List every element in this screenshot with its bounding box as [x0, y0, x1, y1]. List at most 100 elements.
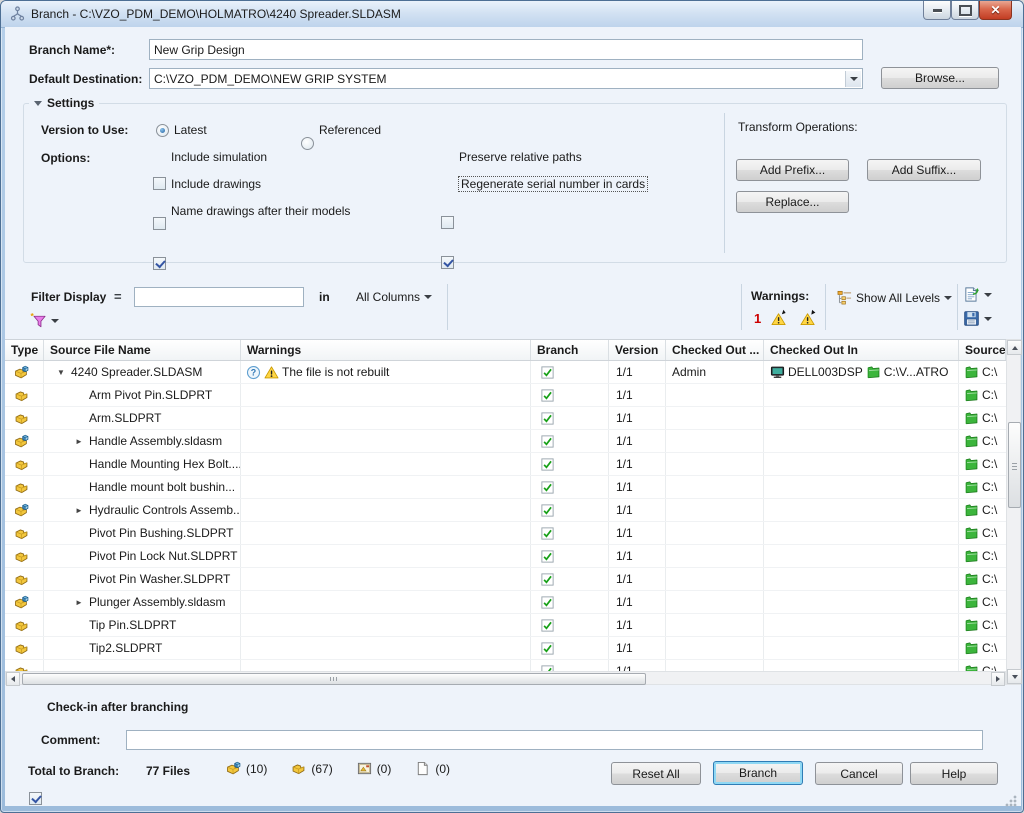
- table-row[interactable]: Arm Pivot Pin.SLDPRT1/1C:\: [5, 384, 1006, 407]
- vertical-scrollbar[interactable]: [1006, 339, 1021, 685]
- name-drawings-label[interactable]: Name drawings after their models: [171, 204, 350, 218]
- table-row[interactable]: Handle Mounting Hex Bolt....1/1C:\: [5, 453, 1006, 476]
- column-header-type[interactable]: Type: [5, 340, 44, 360]
- expand-collapsed-icon[interactable]: ►: [72, 506, 86, 515]
- scroll-right-button[interactable]: [991, 672, 1005, 686]
- column-header-source-file-name[interactable]: Source File Name: [44, 340, 241, 360]
- scroll-up-button[interactable]: [1007, 340, 1022, 355]
- replace-button[interactable]: Replace...: [736, 191, 849, 213]
- file-name-cell: [44, 660, 241, 671]
- include-simulation-label[interactable]: Include simulation: [171, 150, 267, 164]
- columns-dropdown[interactable]: All Columns: [356, 290, 432, 304]
- branch-checkbox[interactable]: [540, 411, 555, 426]
- machine-path: C:\V...ATRO: [884, 365, 949, 379]
- column-header-source[interactable]: Source: [959, 340, 1006, 360]
- table-row[interactable]: ►Hydraulic Controls Assemb...1/1C:\: [5, 499, 1006, 522]
- destination-dropdown-button[interactable]: [845, 71, 861, 87]
- checkbox-include-simulation[interactable]: [153, 177, 166, 190]
- scroll-down-button[interactable]: [1007, 669, 1022, 684]
- branch-checkbox[interactable]: [540, 549, 555, 564]
- table-row[interactable]: Handle mount bolt bushin...1/1C:\: [5, 476, 1006, 499]
- branch-checkbox[interactable]: [540, 457, 555, 472]
- browse-button[interactable]: Browse...: [881, 67, 999, 89]
- minimize-button[interactable]: [923, 1, 951, 20]
- vertical-scrollbar-thumb[interactable]: [1008, 422, 1021, 508]
- show-levels-dropdown[interactable]: Show All Levels: [837, 290, 952, 305]
- checkbox-preserve-paths[interactable]: [441, 216, 454, 229]
- table-row[interactable]: ►Handle Assembly.sldasm1/1C:\: [5, 430, 1006, 453]
- table-row[interactable]: Pivot Pin Bushing.SLDPRT1/1C:\: [5, 522, 1006, 545]
- regenerate-serial-label[interactable]: Regenerate serial number in cards: [459, 177, 647, 191]
- warnings-cell: [241, 499, 531, 521]
- checkbox-checkin-after-branching[interactable]: [29, 792, 42, 805]
- table-row[interactable]: ►Plunger Assembly.sldasm1/1C:\: [5, 591, 1006, 614]
- next-warning-button[interactable]: [800, 309, 817, 326]
- horizontal-scrollbar[interactable]: [5, 671, 1006, 685]
- favorite-filter-button[interactable]: *: [30, 312, 59, 329]
- branch-checkbox[interactable]: [540, 503, 555, 518]
- checkin-after-branching-label[interactable]: Check-in after branching: [47, 700, 188, 714]
- branch-checkbox[interactable]: [540, 595, 555, 610]
- checked-out-in-cell: [764, 453, 959, 475]
- expand-collapsed-icon[interactable]: ►: [72, 437, 86, 446]
- include-drawings-label[interactable]: Include drawings: [171, 177, 261, 191]
- cancel-button[interactable]: Cancel: [815, 762, 903, 785]
- branch-checkbox[interactable]: [540, 526, 555, 541]
- radio-referenced-label[interactable]: Referenced: [319, 123, 381, 137]
- table-row[interactable]: Tip Pin.SLDPRT1/1C:\: [5, 614, 1006, 637]
- preserve-paths-label[interactable]: Preserve relative paths: [459, 150, 582, 164]
- report-button[interactable]: [963, 286, 992, 303]
- checkbox-name-drawings[interactable]: [153, 257, 166, 270]
- previous-warning-button[interactable]: [771, 309, 788, 326]
- column-header-warnings[interactable]: Warnings: [241, 340, 531, 360]
- close-button[interactable]: ✕: [979, 1, 1012, 20]
- add-prefix-button[interactable]: Add Prefix...: [736, 159, 849, 181]
- assembly-icon: [14, 365, 29, 380]
- filter-equals-operator[interactable]: =: [114, 289, 122, 304]
- default-destination-combobox[interactable]: C:\VZO_PDM_DEMO\NEW GRIP SYSTEM: [149, 68, 863, 89]
- branch-name-input[interactable]: [149, 39, 863, 60]
- resize-grip[interactable]: [1005, 795, 1017, 807]
- branch-button[interactable]: Branch: [713, 761, 803, 785]
- table-row[interactable]: Tip2.SLDPRT1/1C:\: [5, 637, 1006, 660]
- branch-checkbox[interactable]: [540, 388, 555, 403]
- maximize-button[interactable]: [951, 1, 979, 20]
- part-icon: [14, 480, 29, 495]
- comment-input[interactable]: [126, 730, 983, 750]
- branch-checkbox[interactable]: [540, 641, 555, 656]
- table-row[interactable]: 1/1C:\: [5, 660, 1006, 671]
- filter-input[interactable]: [134, 287, 304, 307]
- table-row[interactable]: Pivot Pin Lock Nut.SLDPRT1/1C:\: [5, 545, 1006, 568]
- settings-legend[interactable]: Settings: [29, 96, 99, 110]
- column-header-checked-out-in[interactable]: Checked Out In: [764, 340, 959, 360]
- radio-referenced[interactable]: [301, 137, 314, 150]
- table-row[interactable]: Arm.SLDPRT1/1C:\: [5, 407, 1006, 430]
- reset-all-button[interactable]: Reset All: [611, 762, 701, 785]
- column-header-branch[interactable]: Branch: [531, 340, 609, 360]
- file-type-cell: [5, 407, 44, 429]
- radio-latest-label[interactable]: Latest: [174, 123, 207, 137]
- branch-checkbox[interactable]: [540, 434, 555, 449]
- radio-latest[interactable]: [156, 124, 169, 137]
- checkbox-regenerate-serial[interactable]: [441, 256, 454, 269]
- branch-checkbox[interactable]: [540, 480, 555, 495]
- checked-out-by-cell: [666, 384, 764, 406]
- scroll-left-button[interactable]: [6, 672, 20, 686]
- add-suffix-button[interactable]: Add Suffix...: [867, 159, 981, 181]
- help-button[interactable]: Help: [910, 762, 998, 785]
- table-row[interactable]: ▼4240 Spreader.SLDASM?The file is not re…: [5, 361, 1006, 384]
- checkbox-include-drawings[interactable]: [153, 217, 166, 230]
- branch-checkbox[interactable]: [540, 618, 555, 633]
- expand-expanded-icon[interactable]: ▼: [54, 368, 68, 377]
- column-header-checked-out[interactable]: Checked Out ...: [666, 340, 764, 360]
- branch-checkbox[interactable]: [540, 664, 555, 672]
- horizontal-scrollbar-thumb[interactable]: [22, 673, 646, 685]
- save-list-button[interactable]: [963, 310, 992, 327]
- branch-checkbox[interactable]: [540, 572, 555, 587]
- folder-icon: [964, 526, 979, 541]
- branch-checkbox[interactable]: [540, 365, 555, 380]
- table-row[interactable]: Pivot Pin Washer.SLDPRT1/1C:\: [5, 568, 1006, 591]
- titlebar[interactable]: Branch - C:\VZO_PDM_DEMO\HOLMATRO\4240 S…: [1, 1, 1023, 28]
- column-header-version[interactable]: Version: [609, 340, 666, 360]
- expand-collapsed-icon[interactable]: ►: [72, 598, 86, 607]
